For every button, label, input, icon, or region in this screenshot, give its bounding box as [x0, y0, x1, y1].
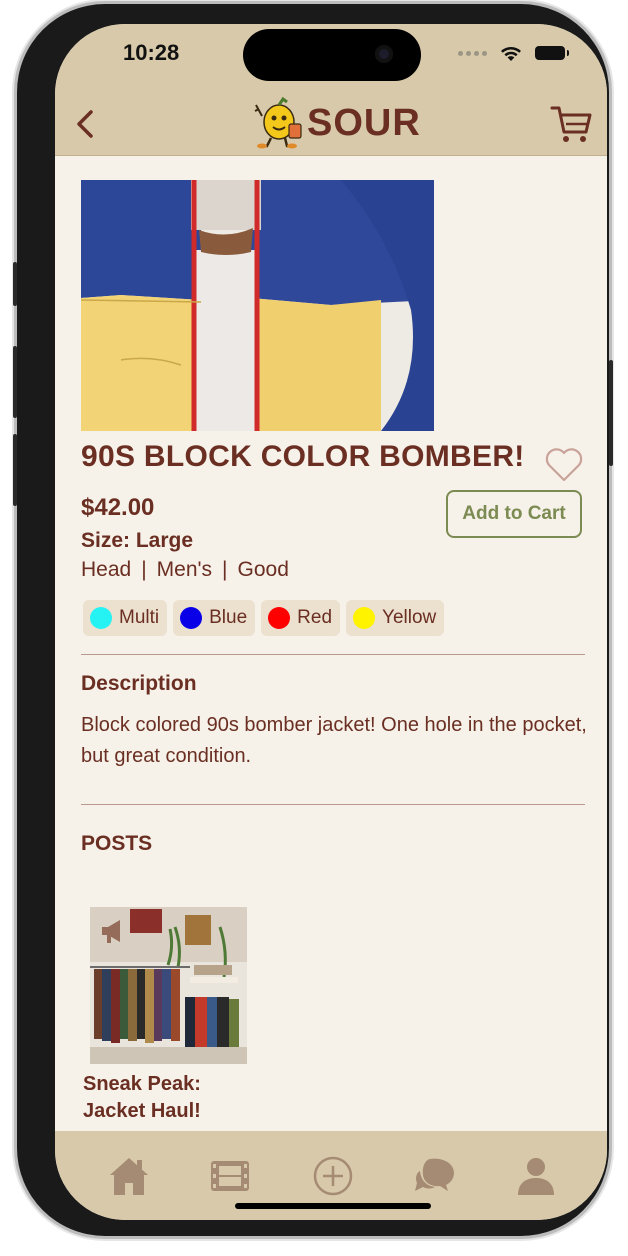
product-image[interactable]: [81, 180, 434, 431]
film-icon[interactable]: [207, 1153, 253, 1199]
meta-separator: |: [222, 558, 228, 581]
description-text: Block colored 90s bomber jacket! One hol…: [81, 714, 587, 767]
wifi-icon: [501, 47, 521, 61]
status-bar: 10:28: [55, 24, 607, 94]
store-photo: [90, 907, 247, 1064]
product-size: Size: Large: [81, 529, 194, 552]
product-price: $42.00: [81, 494, 155, 521]
lemon-mascot-icon: [254, 96, 302, 149]
volume-up-button: [13, 346, 17, 418]
color-chip[interactable]: Multi: [83, 600, 168, 636]
battery-icon: [535, 46, 569, 60]
posts-heading: POSTS: [81, 832, 153, 855]
color-swatch: [90, 607, 112, 629]
volume-down-button: [13, 434, 17, 506]
meta-category: Men's: [156, 558, 213, 581]
brand-name: SOUR: [307, 101, 421, 144]
product-title: 90S BLOCK COLOR BOMBER!: [81, 440, 525, 473]
description-heading: Description: [81, 672, 197, 695]
app-header: SOUR: [55, 94, 607, 156]
bomber-jacket-photo: [81, 180, 434, 431]
add-to-cart-button[interactable]: Add to Cart: [446, 490, 582, 538]
signal-dots-icon: [458, 50, 487, 56]
post-title[interactable]: Sneak Peak: Jacket Haul!: [83, 1071, 263, 1125]
color-label: Yellow: [382, 607, 437, 628]
color-swatch: [353, 607, 376, 629]
color-chip[interactable]: Red: [261, 600, 341, 636]
section-divider: [81, 654, 585, 655]
power-button: [609, 360, 613, 466]
meta-condition: Good: [237, 558, 289, 581]
status-icons: [458, 44, 569, 62]
color-swatch: [268, 607, 291, 629]
post-thumbnail[interactable]: [90, 907, 247, 1064]
front-camera: [375, 45, 393, 63]
product-meta: Head | Men's | Good: [81, 558, 289, 582]
meta-brand: Head: [81, 558, 132, 581]
profile-icon[interactable]: [513, 1153, 559, 1199]
color-label: Blue: [209, 607, 248, 628]
color-label: Red: [297, 607, 333, 628]
cart-icon[interactable]: [549, 102, 593, 146]
add-circle-icon[interactable]: [310, 1153, 356, 1199]
chat-bubbles-icon[interactable]: [412, 1153, 458, 1199]
chevron-left-icon[interactable]: [67, 104, 107, 144]
color-chip[interactable]: Blue: [173, 600, 256, 636]
app-screen: 10:28 SOUR 90S BLOCK COLOR BOMBER! $42.0…: [55, 24, 607, 1220]
home-indicator: [235, 1203, 431, 1209]
color-tags: Multi Blue Red Yellow: [83, 600, 445, 636]
color-chip[interactable]: Yellow: [346, 600, 445, 636]
brand-logo[interactable]: SOUR: [253, 96, 421, 150]
meta-separator: |: [141, 558, 147, 581]
section-divider: [81, 804, 585, 805]
home-icon[interactable]: [106, 1153, 152, 1199]
dynamic-island: [243, 29, 421, 81]
phone-frame: 10:28 SOUR 90S BLOCK COLOR BOMBER! $42.0…: [13, 4, 613, 1236]
color-label: Multi: [119, 607, 160, 628]
status-time: 10:28: [123, 40, 180, 65]
heart-outline-icon[interactable]: [543, 444, 585, 484]
action-button: [13, 262, 17, 306]
color-swatch: [180, 607, 203, 629]
